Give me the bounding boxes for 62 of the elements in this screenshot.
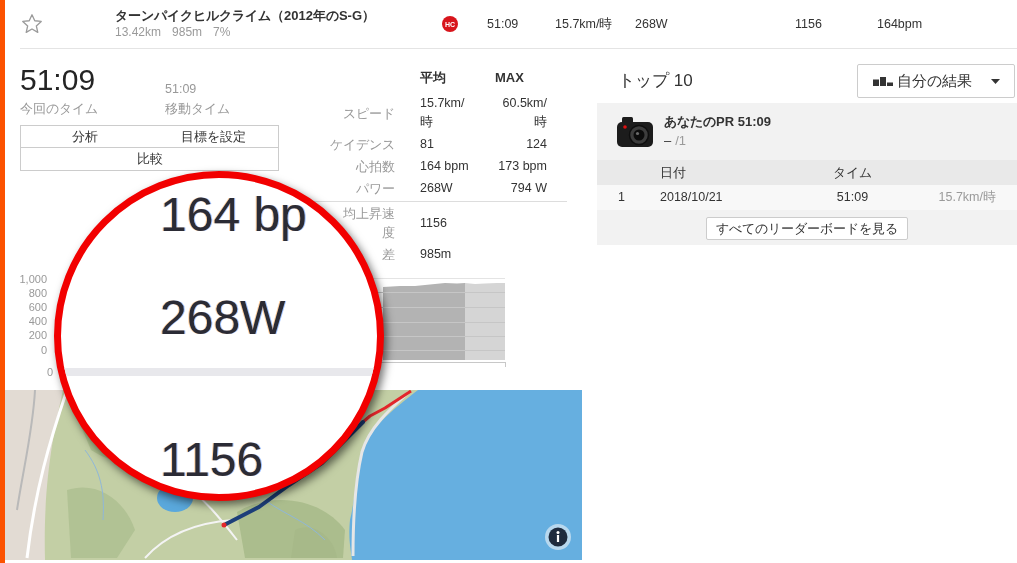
stat-label: スピード xyxy=(343,105,395,121)
effort-time: 51:09 xyxy=(487,16,519,31)
elevation-axis-label: 200 xyxy=(28,329,47,341)
segment-grade: 7% xyxy=(213,25,231,40)
elevation-axis-label: 600 xyxy=(28,301,47,313)
elapsed-time-label: 今回のタイム xyxy=(20,101,98,117)
leaderboard-rank: 1 xyxy=(618,190,625,205)
stat-max-value: 60.5km/時 xyxy=(502,96,547,129)
action-button[interactable]: 比較 xyxy=(20,148,279,171)
moving-time-label: 移動タイム xyxy=(165,101,230,117)
effort-date: 2018/10/21 xyxy=(660,190,723,205)
distance-axis-label: 0 xyxy=(46,366,54,378)
stat-label: パワー xyxy=(356,181,395,196)
effort-speed: 15.7km/時 xyxy=(938,190,996,205)
moving-time: 51:09 xyxy=(165,81,197,97)
stat-average-value: 164 bpm xyxy=(420,159,469,173)
stat-value: 985m xyxy=(420,247,452,261)
magnified-value: 268W xyxy=(160,294,286,342)
stat-max-value: 794 W xyxy=(510,181,547,195)
stat-average-value: 15.7km/時 xyxy=(420,96,465,129)
column-header: 日付 xyxy=(660,164,686,180)
stats-column-header: MAX xyxy=(495,69,524,85)
stat-max-value: 173 bpm xyxy=(498,159,547,173)
elevation-axis-label: 0 xyxy=(40,344,47,356)
stat-label: 心拍数 xyxy=(356,159,395,174)
action-button[interactable]: 目標を設定 xyxy=(149,125,279,148)
elapsed-time: 51:09 xyxy=(20,63,96,97)
column-header: タイム xyxy=(833,164,872,180)
elevation-axis-label: 400 xyxy=(28,315,47,327)
stat-value: 1156 xyxy=(420,215,447,230)
stat-label: 差 xyxy=(382,246,395,264)
magnified-value: 164 bp xyxy=(160,191,307,239)
pr-total: /1 xyxy=(675,132,687,150)
caret-icon xyxy=(991,78,1000,84)
elevation-axis-label: 1,000 xyxy=(19,273,47,285)
effort-heart-rate: 164bpm xyxy=(877,16,923,31)
effort-time: 51:09 xyxy=(836,190,869,205)
effort-speed: 15.7km/時 xyxy=(555,16,613,31)
leaderboard-row[interactable]: 1 2018/10/21 51:09 15.7km/時 xyxy=(597,185,1017,210)
effort-climb-rate: 1156 xyxy=(795,16,822,31)
action-button[interactable]: 分析 xyxy=(20,125,150,148)
segment-elevation-gain: 985m xyxy=(172,25,203,40)
star-icon[interactable] xyxy=(22,14,42,34)
effort-power: 268W xyxy=(635,16,668,31)
segment-name[interactable]: ターンパイクヒルクライム（2012年のS-G） xyxy=(115,8,376,24)
bar-chart-icon xyxy=(873,76,893,86)
leaderboard-title: トップ 10 xyxy=(618,70,693,92)
magnified-value: 1156 xyxy=(160,436,264,484)
stat-max-value: 124 xyxy=(526,137,547,151)
view-all-button[interactable]: すべてのリーダーボードを見る xyxy=(706,217,908,240)
stat-average-value: 81 xyxy=(420,137,434,151)
pr-label: あなたのPR 51:09 xyxy=(664,113,771,131)
results-filter-dropdown[interactable]: 自分の結果 xyxy=(857,64,1015,98)
pr-rank: – xyxy=(664,132,672,150)
stat-label: 均上昇速度 xyxy=(342,205,395,242)
stat-label: ケイデンス xyxy=(330,137,395,152)
segment-distance: 13.42km xyxy=(115,25,162,40)
info-icon[interactable] xyxy=(545,524,571,550)
elevation-axis-label: 800 xyxy=(28,287,47,299)
camera-icon xyxy=(617,116,653,147)
stats-column-header: 平均 xyxy=(420,69,446,85)
stat-average-value: 268W xyxy=(420,181,453,195)
